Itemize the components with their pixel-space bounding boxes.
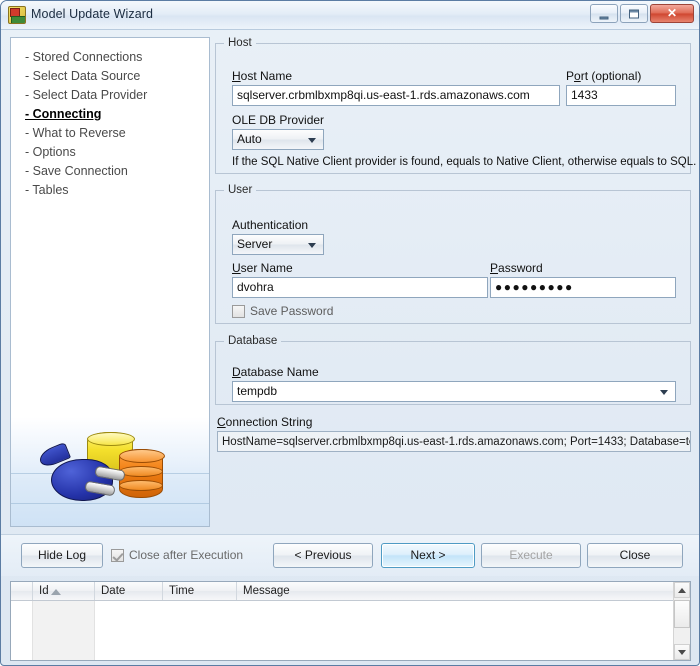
log-grid-id-column <box>33 601 95 660</box>
wizard-steps-panel: - Stored Connections - Select Data Sourc… <box>10 37 210 527</box>
close-button[interactable]: Close <box>587 543 683 568</box>
wizard-button-bar: Hide Log Close after Execution < Previou… <box>1 534 699 576</box>
provider-hint: If the SQL Native Client provider is fou… <box>232 156 697 168</box>
window-title: Model Update Wizard <box>31 7 154 21</box>
checkbox-icon <box>232 305 245 318</box>
log-grid[interactable]: Id Date Time Message <box>10 581 691 661</box>
connection-string-label: Connection String <box>217 415 313 429</box>
connection-string-field[interactable]: HostName=sqlserver.crbmlbxmp8qi.us-east-… <box>217 431 691 452</box>
scroll-down-icon[interactable] <box>674 644 690 660</box>
host-group-legend: Host <box>228 37 252 49</box>
password-label: Password <box>490 261 543 275</box>
ole-db-provider-select[interactable]: Auto <box>232 129 324 150</box>
chevron-down-icon <box>660 389 668 395</box>
wizard-content: - Stored Connections - Select Data Sourc… <box>1 30 699 534</box>
close-after-execution-label: Close after Execution <box>129 548 244 562</box>
log-column-header-id[interactable]: Id <box>33 582 95 600</box>
wizard-steps-list: - Stored Connections - Select Data Sourc… <box>19 47 209 199</box>
sort-ascending-icon <box>51 589 61 595</box>
maximize-icon <box>629 9 639 18</box>
authentication-value: Server <box>237 237 273 251</box>
title-bar: Model Update Wizard ✕ <box>1 1 699 30</box>
password-input[interactable]: ●●●●●●●●● <box>490 277 676 298</box>
host-name-label: Host Name <box>232 69 293 83</box>
orange-database-icon <box>119 449 165 498</box>
port-input[interactable]: 1433 <box>566 85 676 106</box>
maximize-button[interactable] <box>620 4 648 23</box>
database-group: Database Database Name tempdb <box>215 335 691 405</box>
database-name-select[interactable]: tempdb <box>232 381 676 402</box>
port-label: Port (optional) <box>566 69 642 83</box>
database-name-label: Database Name <box>232 365 319 379</box>
user-group: User Authentication Server User Name dvo… <box>215 184 691 324</box>
sidebar-item-stored-connections[interactable]: - Stored Connections <box>19 47 209 66</box>
wizard-icon <box>8 6 26 24</box>
next-button[interactable]: Next > <box>381 543 475 568</box>
chevron-down-icon <box>308 242 316 248</box>
sidebar-item-save-connection[interactable]: - Save Connection <box>19 161 209 180</box>
model-update-wizard-window: Model Update Wizard ✕ - Stored Connectio… <box>0 0 700 666</box>
sidebar-item-connecting[interactable]: - Connecting <box>19 104 209 123</box>
log-grid-scrollbar[interactable] <box>673 582 690 660</box>
scrollbar-thumb[interactable] <box>674 600 690 628</box>
log-column-header-date[interactable]: Date <box>95 582 163 600</box>
user-name-label: User Name <box>232 261 293 275</box>
log-grid-row-header-column <box>11 601 33 660</box>
previous-button[interactable]: < Previous <box>273 543 373 568</box>
host-name-input[interactable]: sqlserver.crbmlbxmp8qi.us-east-1.rds.ama… <box>232 85 560 106</box>
log-grid-corner-cell <box>11 582 33 600</box>
sidebar-item-tables[interactable]: - Tables <box>19 180 209 199</box>
log-grid-header-row: Id Date Time Message <box>11 582 690 601</box>
save-password-label: Save Password <box>250 304 334 318</box>
database-plug-illustration <box>11 417 209 526</box>
sidebar-item-options[interactable]: - Options <box>19 142 209 161</box>
authentication-select[interactable]: Server <box>232 234 324 255</box>
authentication-label: Authentication <box>232 218 309 232</box>
minimize-button[interactable] <box>590 4 618 23</box>
hide-log-button[interactable]: Hide Log <box>21 543 103 568</box>
user-name-input[interactable]: dvohra <box>232 277 488 298</box>
log-column-header-message[interactable]: Message <box>237 582 689 600</box>
minimize-icon <box>599 16 609 19</box>
ole-db-provider-value: Auto <box>237 132 262 146</box>
sidebar-item-what-to-reverse[interactable]: - What to Reverse <box>19 123 209 142</box>
sidebar-item-select-data-provider[interactable]: - Select Data Provider <box>19 85 209 104</box>
ole-db-provider-label: OLE DB Provider <box>232 113 325 127</box>
close-window-button[interactable]: ✕ <box>650 4 694 23</box>
chevron-down-icon <box>308 137 316 143</box>
execute-button[interactable]: Execute <box>481 543 581 568</box>
database-name-value: tempdb <box>237 384 278 398</box>
user-group-legend: User <box>228 184 253 196</box>
log-column-header-time[interactable]: Time <box>163 582 237 600</box>
connection-form: Host Host Name sqlserver.crbmlbxmp8qi.us… <box>215 37 696 527</box>
database-group-legend: Database <box>228 335 278 347</box>
host-group: Host Host Name sqlserver.crbmlbxmp8qi.us… <box>215 37 696 174</box>
checkbox-icon <box>111 549 124 562</box>
sidebar-item-select-data-source[interactable]: - Select Data Source <box>19 66 209 85</box>
scroll-up-icon[interactable] <box>674 582 690 598</box>
